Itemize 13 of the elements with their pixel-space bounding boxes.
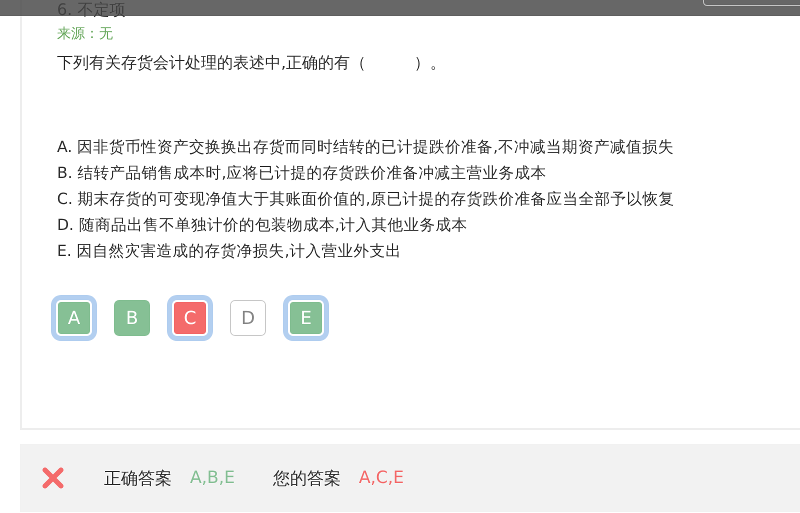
your-answer-label: 您的答案 [272,468,341,490]
choice-button[interactable]: D [230,300,266,336]
correct-answer: A,B,E [190,468,235,488]
answer-option: D. 随商品出售不单独计价的包装物成本,计入其他业务成本 [57,214,800,236]
answer-option: E. 因自然灾害造成的存货净损失,计入营业外支出 [57,240,800,262]
answer-option: C. 期末存货的可变现净值大于其账面价值的,原已计提的存货跌价准备应当全部予以恢复 [57,188,800,210]
answer-option: B. 结转产品销售成本时,应将已计提的存货跌价准备冲减主营业务成本 [57,162,800,184]
correct-answer-label: 正确答案 [104,468,172,490]
your-answer: A,C,E [358,468,404,488]
question-stem: 下列有关存货会计处理的表述中,正确的有（ ）。 [57,53,448,74]
choice-button[interactable]: B [114,300,150,336]
answer-option: A. 因非货币性资产交换换出存货而同时结转的已计提跌价准备,不冲减当期资产减值损失 [57,136,800,158]
question-source: 来源：无 [57,25,114,43]
